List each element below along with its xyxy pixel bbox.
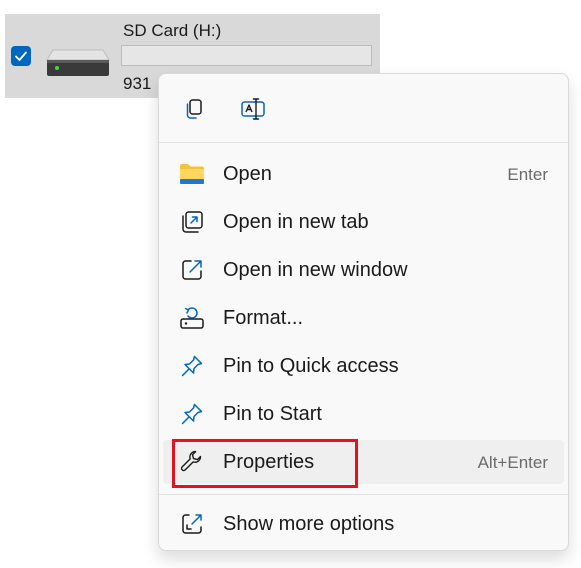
menu-separator (159, 142, 568, 143)
format-icon (179, 306, 205, 330)
menu-item-label: Show more options (223, 513, 395, 535)
menu-item-open[interactable]: Open Enter (163, 152, 564, 196)
new-window-icon (179, 258, 205, 282)
copy-icon (186, 99, 202, 119)
menu-item-open-in-new-window[interactable]: Open in new window (163, 248, 564, 292)
screen: SD Card (H:) 931 Open Enter Open in new … (0, 0, 581, 568)
pin-icon (179, 354, 205, 378)
menu-item-accelerator: Enter (507, 165, 548, 184)
folder-icon (179, 162, 205, 186)
new-tab-icon (179, 210, 205, 234)
quick-actions-bar (159, 74, 568, 142)
highlight-box (172, 439, 358, 488)
menu-item-show-more-options[interactable]: Show more options (163, 502, 564, 546)
usage-bar (121, 45, 372, 66)
copy-button[interactable] (177, 92, 211, 126)
menu-separator (159, 494, 568, 495)
menu-item-label: Open in new window (223, 259, 408, 281)
rename-button[interactable] (236, 92, 270, 126)
menu-item-format[interactable]: Format... (163, 296, 564, 340)
menu-item-label: Open (223, 163, 272, 185)
drive-name: SD Card (H:) (123, 21, 222, 40)
checkbox[interactable] (11, 46, 31, 66)
rename-icon (241, 98, 265, 120)
menu-item-accelerator: Alt+Enter (477, 453, 548, 472)
menu-item-pin-to-start[interactable]: Pin to Start (163, 392, 564, 436)
menu-item-label: Open in new tab (223, 211, 369, 233)
show-more-icon (179, 512, 205, 536)
checkmark-icon (15, 51, 27, 61)
pin-icon (179, 402, 205, 426)
menu-item-pin-to-quick-access[interactable]: Pin to Quick access (163, 344, 564, 388)
menu-item-label: Format... (223, 307, 304, 329)
drive-icon (46, 49, 110, 76)
menu-item-label: Pin to Quick access (223, 355, 399, 377)
drive-size: 931 (123, 74, 152, 93)
menu-item-label: Pin to Start (223, 403, 322, 425)
menu-item-open-in-new-tab[interactable]: Open in new tab (163, 200, 564, 244)
